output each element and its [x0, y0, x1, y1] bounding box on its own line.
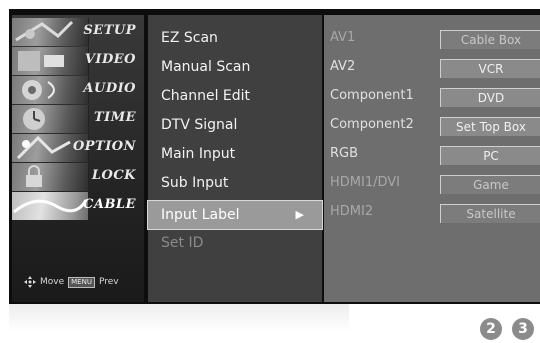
input-source-name: AV1: [330, 30, 356, 45]
category-label: VIDEO: [84, 52, 136, 67]
setup-icon: [12, 18, 89, 46]
category-cable[interactable]: CABLE: [12, 192, 144, 220]
input-source-name: AV2: [330, 59, 356, 74]
submenu-item-dtv-signal[interactable]: DTV Signal: [148, 111, 322, 139]
category-time[interactable]: TIME: [12, 105, 144, 133]
category-label: OPTION: [72, 139, 136, 154]
input-label-row-av1[interactable]: AV1 Cable Box: [324, 24, 540, 52]
step-badge: 2: [480, 318, 502, 340]
submenu-item-label: Input Label: [161, 207, 240, 223]
time-icon: [12, 105, 89, 133]
submenu-item-label: Main Input: [161, 146, 236, 162]
submenu-item-label: Sub Input: [161, 175, 229, 191]
category-audio[interactable]: AUDIO: [12, 76, 144, 104]
input-label-row-hdmi2[interactable]: HDMI2 Satellite: [324, 198, 540, 226]
cable-icon: [12, 192, 89, 220]
category-label: LOCK: [91, 168, 136, 183]
submenu-item-label: EZ Scan: [161, 30, 218, 46]
input-label-value[interactable]: Cable Box: [440, 30, 540, 49]
submenu-item-sub-input[interactable]: Sub Input: [148, 169, 322, 197]
input-label-value[interactable]: PC: [440, 146, 540, 165]
input-source-name: HDMI2: [330, 204, 374, 219]
category-label: SETUP: [83, 23, 136, 38]
step-badge: 3: [512, 318, 534, 340]
submenu-item-label: DTV Signal: [161, 117, 238, 133]
category-label: TIME: [93, 110, 136, 125]
category-label: CABLE: [83, 197, 136, 212]
input-label-value[interactable]: Game: [440, 175, 540, 194]
input-label-row-av2[interactable]: AV2 VCR: [324, 53, 540, 81]
input-source-name: HDMI1/DVI: [330, 175, 400, 190]
audio-icon: [12, 76, 89, 104]
submenu-item-input-label[interactable]: Input Label ▶: [147, 200, 323, 230]
key-guide: Move MENU Prev: [24, 276, 119, 288]
category-video[interactable]: VIDEO: [12, 47, 144, 75]
submenu-item-label: Set ID: [161, 235, 204, 251]
input-label-row-component2[interactable]: Component2 Set Top Box: [324, 111, 540, 139]
input-source-name: Component1: [330, 88, 414, 103]
input-label-panel: AV1 Cable Box AV2 VCR Component1 DVD Com…: [324, 15, 540, 302]
input-label-row-hdmi1-dvi[interactable]: HDMI1/DVI Game: [324, 169, 540, 197]
submenu-item-main-input[interactable]: Main Input: [148, 140, 322, 168]
input-label-value[interactable]: DVD: [440, 88, 540, 107]
category-lock[interactable]: LOCK: [12, 163, 144, 191]
submenu-item-set-id: Set ID: [148, 229, 322, 257]
category-setup[interactable]: SETUP: [12, 18, 144, 46]
submenu-item-label: Manual Scan: [161, 59, 251, 75]
cable-submenu: EZ Scan Manual Scan Channel Edit DTV Sig…: [147, 15, 323, 302]
screen-reflection: [9, 302, 349, 332]
submenu-item-channel-edit[interactable]: Channel Edit: [148, 82, 322, 110]
move-arrows-icon: [24, 276, 36, 288]
lock-icon: [12, 163, 89, 191]
move-label: Move: [40, 277, 65, 287]
input-source-name: RGB: [330, 146, 359, 161]
category-label: AUDIO: [83, 81, 136, 96]
menu-key-icon: MENU: [68, 276, 95, 288]
input-label-row-component1[interactable]: Component1 DVD: [324, 82, 540, 110]
category-option[interactable]: OPTION: [12, 134, 144, 162]
prev-label: Prev: [98, 277, 119, 287]
video-icon: [12, 47, 89, 75]
input-label-row-rgb[interactable]: RGB PC: [324, 140, 540, 168]
submenu-item-manual-scan[interactable]: Manual Scan: [148, 53, 322, 81]
input-label-value[interactable]: Satellite: [440, 204, 540, 223]
category-column: SETUP VIDEO AUDIO TIME OPTION LOCK CABLE…: [12, 15, 144, 302]
input-label-value[interactable]: VCR: [440, 59, 540, 78]
input-source-name: Component2: [330, 117, 414, 132]
submenu-item-ez-scan[interactable]: EZ Scan: [148, 24, 322, 52]
input-label-value[interactable]: Set Top Box: [440, 117, 540, 136]
chevron-right-icon: ▶: [295, 208, 304, 221]
submenu-item-label: Channel Edit: [161, 88, 251, 104]
